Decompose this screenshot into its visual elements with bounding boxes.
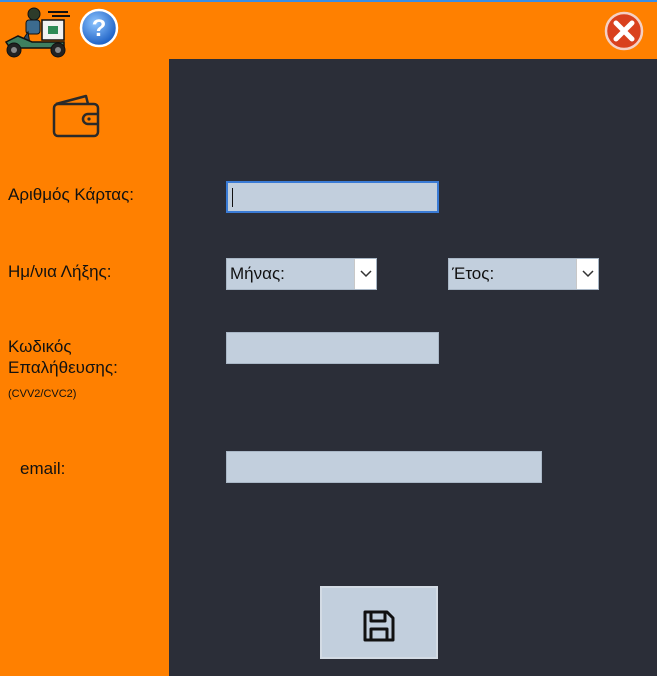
form-panel bbox=[169, 59, 657, 676]
year-select[interactable]: Έτος: bbox=[448, 258, 599, 290]
cvv-label-line2: Επαλήθευσης: bbox=[8, 358, 118, 377]
cvv-label-line1: Κωδικός bbox=[8, 337, 72, 356]
close-icon[interactable] bbox=[600, 11, 648, 51]
month-dropdown-button[interactable] bbox=[354, 259, 376, 289]
year-dropdown-button[interactable] bbox=[576, 259, 598, 289]
chevron-down-icon bbox=[360, 270, 372, 278]
month-select[interactable]: Μήνας: bbox=[226, 258, 377, 290]
cvv-hint: (CVV2/CVC2) bbox=[8, 388, 77, 400]
help-icon[interactable]: ? bbox=[76, 8, 122, 48]
header-bar: ? bbox=[0, 2, 657, 59]
email-input[interactable] bbox=[226, 451, 542, 483]
cvv-input[interactable] bbox=[226, 332, 439, 364]
floppy-disk-save-icon bbox=[363, 610, 395, 642]
email-label: email: bbox=[20, 459, 66, 478]
save-button[interactable] bbox=[320, 586, 438, 659]
text-caret bbox=[232, 188, 233, 207]
year-select-value: Έτος: bbox=[452, 264, 495, 283]
card-number-input[interactable] bbox=[226, 181, 439, 213]
delivery-scooter-icon bbox=[2, 6, 72, 58]
chevron-down-icon bbox=[582, 270, 594, 278]
expiry-date-label: Ημ/νια Λήξης: bbox=[8, 262, 112, 281]
month-select-value: Μήνας: bbox=[230, 264, 285, 283]
svg-text:?: ? bbox=[92, 15, 107, 42]
wallet-icon bbox=[48, 92, 104, 142]
card-number-label: Αριθμός Κάρτας: bbox=[8, 185, 135, 204]
